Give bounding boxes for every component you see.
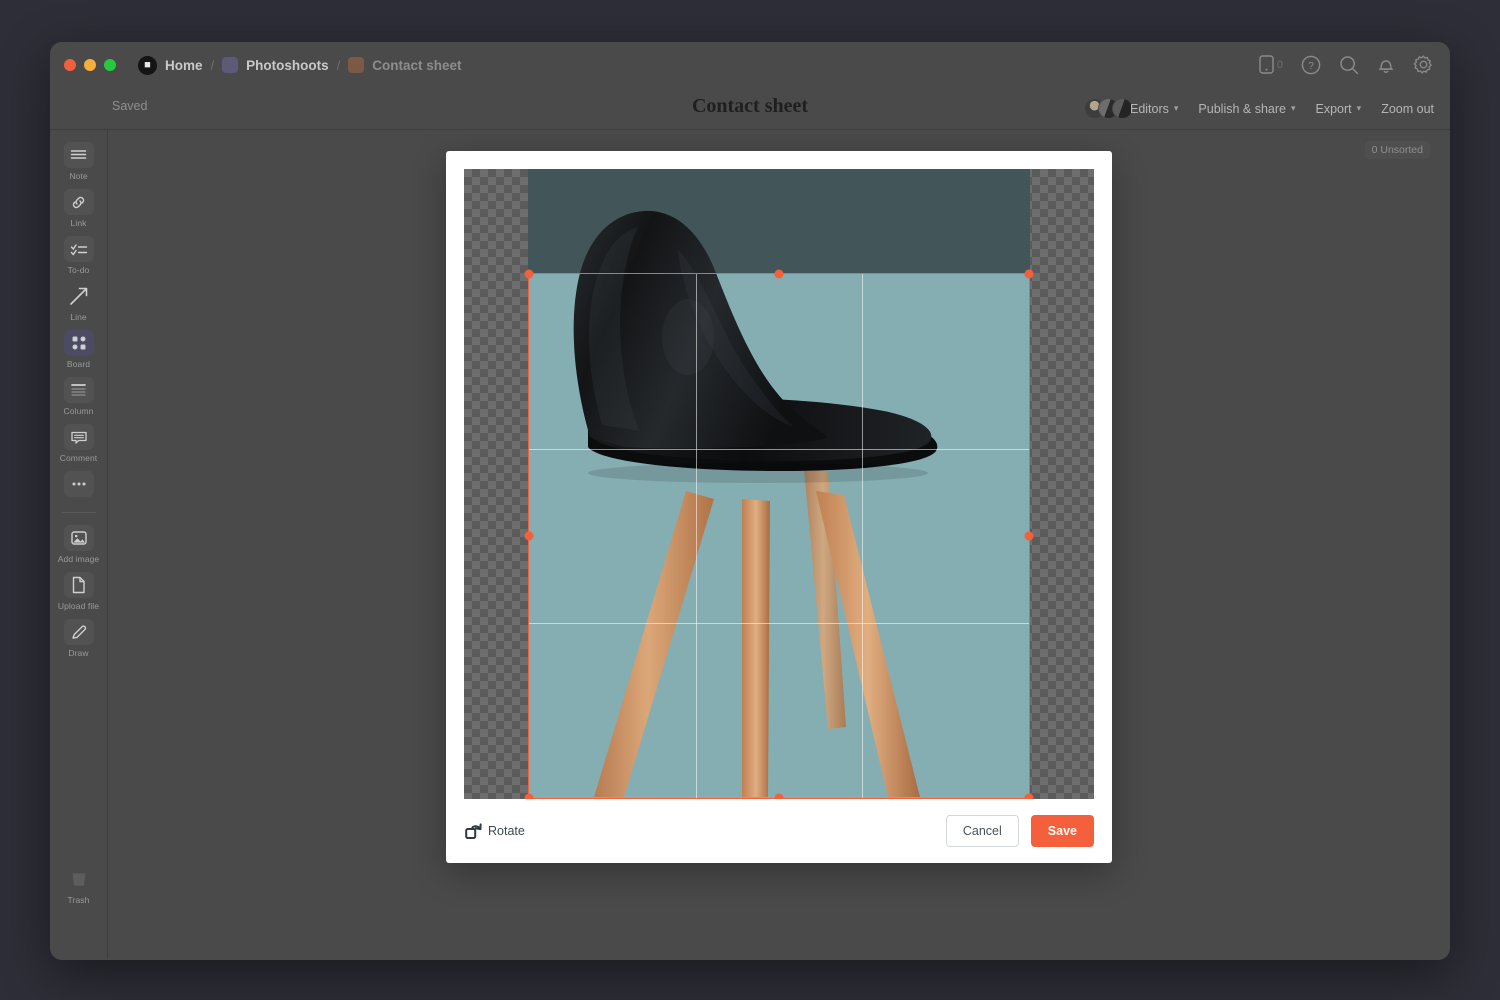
board-canvas[interactable]: 0 Unsorted <box>108 130 1450 959</box>
close-window-button[interactable] <box>64 59 76 71</box>
sidebar-item-todo[interactable]: To-do <box>56 236 102 275</box>
link-icon <box>64 189 94 215</box>
trash-icon <box>64 866 94 892</box>
sidebar-item-trash[interactable]: Trash <box>56 866 102 905</box>
purple-board-icon <box>222 57 238 73</box>
sidebar-item-line[interactable]: Line <box>56 283 102 322</box>
line-arrow-icon <box>64 283 94 309</box>
rotate-icon <box>464 821 484 841</box>
sidebar-label-todo: To-do <box>68 265 90 275</box>
file-icon <box>64 572 94 598</box>
chevron-down-icon: ▾ <box>1291 103 1296 114</box>
sidebar-label-link: Link <box>71 218 87 228</box>
editors-label: Editors <box>1130 102 1169 116</box>
column-icon <box>64 377 94 403</box>
sidebar-item-board[interactable]: Board <box>56 330 102 369</box>
maximize-window-button[interactable] <box>104 59 116 71</box>
minimize-window-button[interactable] <box>84 59 96 71</box>
chevron-down-icon: ▾ <box>1174 103 1179 114</box>
chair-illustration <box>528 169 1030 799</box>
todo-icon <box>64 236 94 262</box>
sidebar-item-more[interactable] <box>56 471 102 500</box>
sidebar-label-column: Column <box>64 406 94 416</box>
sidebar-item-upload-file[interactable]: Upload file <box>56 572 102 611</box>
sidebar-item-note[interactable]: Note <box>56 142 102 181</box>
desktop-backdrop: ■ Home / Photoshoots / Contact sheet 0 ? <box>0 0 1500 1000</box>
sidebar-item-draw[interactable]: Draw <box>56 619 102 658</box>
export-label: Export <box>1316 102 1352 116</box>
trash-container: Trash <box>50 866 107 913</box>
titlebar-icon-group: 0 ? <box>1259 54 1434 75</box>
brown-board-icon <box>348 57 364 73</box>
help-icon[interactable]: ? <box>1301 55 1321 75</box>
sidebar-label-upload-file: Upload file <box>58 601 99 611</box>
milanote-logo-icon[interactable]: ■ <box>138 56 157 75</box>
more-dots-icon <box>64 471 94 497</box>
app-window: ■ Home / Photoshoots / Contact sheet 0 ? <box>50 42 1450 960</box>
export-menu[interactable]: Export ▾ <box>1316 102 1362 116</box>
image-icon <box>64 525 94 551</box>
sidebar-item-add-image[interactable]: Add image <box>56 525 102 564</box>
sidebar-label-trash: Trash <box>68 895 90 905</box>
document-actions: Editors ▾ Publish & share ▾ Export ▾ Zoo… <box>1084 98 1434 119</box>
traffic-lights <box>64 59 116 71</box>
chevron-down-icon: ▾ <box>1357 103 1362 114</box>
note-icon <box>64 142 94 168</box>
zoom-out-label: Zoom out <box>1381 102 1434 116</box>
rotate-label: Rotate <box>488 824 525 838</box>
cancel-button[interactable]: Cancel <box>946 815 1019 847</box>
sidebar-item-link[interactable]: Link <box>56 189 102 228</box>
avatar-group[interactable] <box>1084 98 1133 119</box>
search-icon[interactable] <box>1339 55 1359 75</box>
editors-menu[interactable]: Editors ▾ <box>1084 98 1178 119</box>
save-button[interactable]: Save <box>1031 815 1094 847</box>
title-bar: ■ Home / Photoshoots / Contact sheet 0 ? <box>50 42 1450 88</box>
sidebar-label-line: Line <box>70 312 86 322</box>
breadcrumb-item-home[interactable]: Home <box>165 58 203 73</box>
bell-icon[interactable] <box>1377 55 1395 75</box>
workspace: Note Link To-do <box>50 130 1450 959</box>
sidebar-label-add-image: Add image <box>58 554 100 564</box>
breadcrumb-separator-2: / <box>337 58 341 73</box>
zoom-out-button[interactable]: Zoom out <box>1381 102 1434 116</box>
breadcrumb-item-contact-sheet[interactable]: Contact sheet <box>372 58 461 73</box>
pencil-icon <box>64 619 94 645</box>
document-bar: Saved Contact sheet Editors ▾ Publish & … <box>50 88 1450 130</box>
unsorted-badge[interactable]: 0 Unsorted <box>1365 141 1430 159</box>
sidebar-item-comment[interactable]: Comment <box>56 424 102 463</box>
sidebar-label-note: Note <box>69 171 87 181</box>
mobile-icon[interactable]: 0 <box>1259 55 1283 74</box>
sidebar-label-draw: Draw <box>68 648 88 658</box>
sidebar-label-comment: Comment <box>60 453 98 463</box>
crop-stage[interactable] <box>464 169 1094 799</box>
photo-preview <box>528 169 1030 799</box>
board-icon <box>64 330 94 356</box>
sidebar-item-column[interactable]: Column <box>56 377 102 416</box>
svg-text:?: ? <box>1308 61 1314 72</box>
sidebar-divider <box>62 512 96 513</box>
publish-share-menu[interactable]: Publish & share ▾ <box>1198 102 1295 116</box>
mobile-count: 0 <box>1277 59 1283 71</box>
crop-modal-footer: Rotate Cancel Save <box>446 799 1112 863</box>
rotate-button[interactable]: Rotate <box>464 821 525 841</box>
breadcrumb-separator: / <box>211 58 215 73</box>
publish-share-label: Publish & share <box>1198 102 1286 116</box>
breadcrumb: ■ Home / Photoshoots / Contact sheet <box>138 56 462 75</box>
tool-sidebar: Note Link To-do <box>50 130 108 959</box>
breadcrumb-item-photoshoots[interactable]: Photoshoots <box>246 58 329 73</box>
image-crop-modal: Rotate Cancel Save <box>446 151 1112 863</box>
gear-icon[interactable] <box>1413 54 1434 75</box>
comment-icon <box>64 424 94 450</box>
sidebar-label-board: Board <box>67 359 90 369</box>
